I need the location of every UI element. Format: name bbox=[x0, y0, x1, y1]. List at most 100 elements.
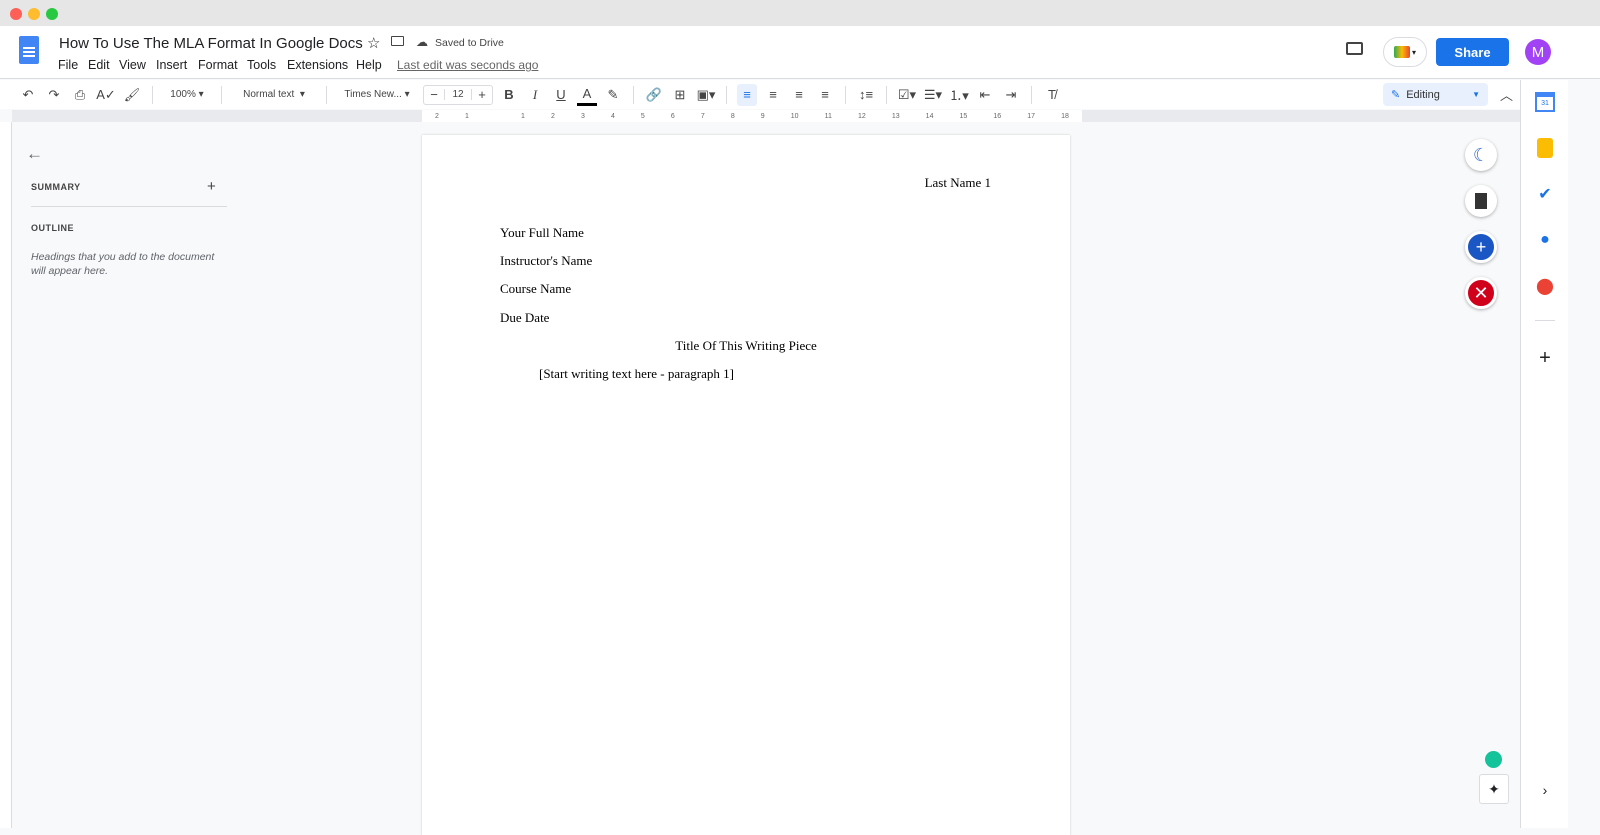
paint-format-icon[interactable]: 🖌 bbox=[122, 84, 142, 106]
redo-icon[interactable]: ↷ bbox=[44, 84, 64, 106]
increase-size-button[interactable]: + bbox=[472, 86, 492, 104]
docs-logo-icon[interactable] bbox=[19, 36, 39, 64]
menu-insert[interactable]: Insert bbox=[156, 58, 187, 72]
decrease-indent-icon[interactable]: ⇤ bbox=[975, 84, 995, 106]
cloud-saved-icon: ☁ bbox=[416, 35, 428, 49]
menu-format[interactable]: Format bbox=[198, 58, 238, 72]
menu-view[interactable]: View bbox=[119, 58, 146, 72]
decrease-size-button[interactable]: − bbox=[424, 86, 444, 104]
menu-file[interactable]: File bbox=[58, 58, 78, 72]
expand-panel-icon[interactable]: › bbox=[1535, 780, 1555, 800]
keep-icon[interactable] bbox=[1537, 138, 1553, 158]
avatar[interactable]: M bbox=[1525, 39, 1551, 65]
vertical-ruler[interactable] bbox=[0, 122, 12, 828]
zoom-select[interactable]: 100% ▾ bbox=[163, 84, 211, 106]
underline-icon[interactable]: U bbox=[551, 84, 571, 106]
align-right-icon[interactable]: ≡ bbox=[789, 84, 809, 106]
dark-mode-moon-icon[interactable]: ☾ bbox=[1465, 139, 1497, 171]
page-header[interactable]: Last Name 1 bbox=[925, 175, 991, 191]
increase-indent-icon[interactable]: ⇥ bbox=[1001, 84, 1021, 106]
ruler-tick-label: 6 bbox=[670, 112, 675, 120]
spellcheck-icon[interactable]: A✓ bbox=[96, 84, 116, 106]
menu-edit[interactable]: Edit bbox=[88, 58, 110, 72]
last-edit-link[interactable]: Last edit was seconds ago bbox=[397, 58, 538, 72]
menu-tools[interactable]: Tools bbox=[247, 58, 276, 72]
ruler-tick-label: 17 bbox=[1027, 112, 1036, 120]
ruler-tick-label: 18 bbox=[1061, 112, 1069, 120]
document-icon[interactable] bbox=[1465, 185, 1497, 217]
line-spacing-icon[interactable]: ↕≡ bbox=[856, 84, 876, 106]
ruler-tick-label: 8 bbox=[730, 112, 735, 120]
bold-icon[interactable]: B bbox=[499, 84, 519, 106]
ruler-tick-label: 16 bbox=[993, 112, 1002, 120]
star-icon[interactable]: ☆ bbox=[367, 34, 380, 52]
paragraph[interactable]: [Start writing text here - paragraph 1] bbox=[539, 366, 734, 382]
clear-formatting-icon[interactable]: T̸ bbox=[1042, 84, 1062, 106]
tasks-icon[interactable]: ✔ bbox=[1535, 184, 1555, 204]
mode-value: Editing bbox=[1406, 88, 1440, 101]
comments-icon[interactable] bbox=[1346, 42, 1363, 55]
share-button[interactable]: Share bbox=[1436, 38, 1509, 66]
italic-icon[interactable]: I bbox=[525, 84, 545, 106]
ruler-tick-label: 11 bbox=[824, 112, 832, 120]
justify-icon[interactable]: ≡ bbox=[815, 84, 835, 106]
divider bbox=[1535, 320, 1555, 321]
document-page[interactable]: Last Name 1 Your Full Name Instructor's … bbox=[422, 135, 1070, 835]
horizontal-ruler[interactable]: 2 1 1 2 3 4 5 6 7 8 9 10 11 12 13 14 15 16 17 18 bbox=[12, 110, 1520, 122]
font-value: Times New... bbox=[344, 89, 402, 100]
calendar-icon[interactable]: 31 bbox=[1535, 92, 1555, 112]
divider bbox=[845, 85, 846, 104]
ruler-tick-label: 12 bbox=[857, 112, 866, 120]
undo-icon[interactable]: ↶ bbox=[18, 84, 38, 106]
text-color-icon[interactable]: A bbox=[577, 84, 597, 106]
ruler-tick-label: 2 bbox=[435, 112, 439, 120]
menu-extensions[interactable]: Extensions bbox=[287, 58, 348, 72]
font-select[interactable]: Times New... ▾ bbox=[337, 84, 417, 106]
editing-mode-select[interactable]: ✎ Editing ▼ bbox=[1383, 83, 1488, 106]
add-circle-icon[interactable]: + bbox=[1465, 231, 1497, 263]
divider bbox=[326, 85, 327, 104]
heading-line[interactable]: Course Name bbox=[500, 281, 571, 297]
minimize-window-button[interactable] bbox=[28, 8, 40, 20]
divider bbox=[1031, 85, 1032, 104]
pencil-icon: ✎ bbox=[1391, 89, 1401, 101]
paper-title[interactable]: Title Of This Writing Piece bbox=[422, 338, 1070, 354]
insert-image-icon[interactable]: ▣▾ bbox=[696, 84, 716, 106]
chevron-down-icon: ▼ bbox=[1472, 90, 1480, 99]
back-arrow-icon[interactable]: ← bbox=[26, 144, 43, 164]
numbered-list-icon[interactable]: ⒈▾ bbox=[949, 84, 969, 106]
print-icon[interactable]: ⎙ bbox=[70, 84, 90, 106]
toolbar: ↶ ↷ ⎙ A✓ 🖌 100% ▾ Normal text ▾ Times Ne… bbox=[0, 80, 1520, 109]
heading-line[interactable]: Due Date bbox=[500, 310, 549, 326]
bulleted-list-icon[interactable]: ☰▾ bbox=[923, 84, 943, 106]
move-folder-icon[interactable] bbox=[391, 36, 404, 46]
document-title[interactable]: How To Use The MLA Format In Google Docs bbox=[59, 35, 363, 52]
style-select[interactable]: Normal text ▾ bbox=[232, 84, 316, 106]
ruler-tick-label: 5 bbox=[640, 112, 645, 120]
grammarly-icon[interactable] bbox=[1485, 751, 1502, 768]
collapse-menus-icon[interactable]: ︿ bbox=[1500, 85, 1513, 104]
font-size-input[interactable]: 12 bbox=[444, 89, 472, 100]
window-titlebar bbox=[0, 0, 1600, 26]
divider bbox=[152, 85, 153, 104]
align-left-icon[interactable]: ≡ bbox=[737, 83, 757, 106]
contacts-icon[interactable]: ● bbox=[1535, 230, 1555, 250]
checklist-icon[interactable]: ☑▾ bbox=[897, 84, 917, 106]
add-comment-icon[interactable]: ⊞ bbox=[670, 84, 690, 106]
save-status: Saved to Drive bbox=[435, 37, 504, 49]
heading-line[interactable]: Instructor's Name bbox=[500, 253, 592, 269]
close-window-button[interactable] bbox=[10, 8, 22, 20]
meet-button[interactable]: ▾ bbox=[1383, 37, 1427, 67]
highlight-icon[interactable]: ✎ bbox=[603, 84, 623, 106]
close-circle-icon[interactable]: ✕ bbox=[1465, 277, 1497, 309]
maximize-window-button[interactable] bbox=[46, 8, 58, 20]
align-center-icon[interactable]: ≡ bbox=[763, 84, 783, 106]
link-icon[interactable]: 🔗 bbox=[644, 84, 664, 106]
divider bbox=[886, 85, 887, 104]
add-summary-icon[interactable]: + bbox=[207, 178, 216, 195]
explore-icon[interactable]: ✦ bbox=[1479, 774, 1509, 804]
menu-help[interactable]: Help bbox=[356, 58, 382, 72]
heading-line[interactable]: Your Full Name bbox=[500, 225, 584, 241]
maps-icon[interactable]: ⬤ bbox=[1535, 276, 1555, 296]
add-addon-icon[interactable]: + bbox=[1535, 347, 1555, 369]
